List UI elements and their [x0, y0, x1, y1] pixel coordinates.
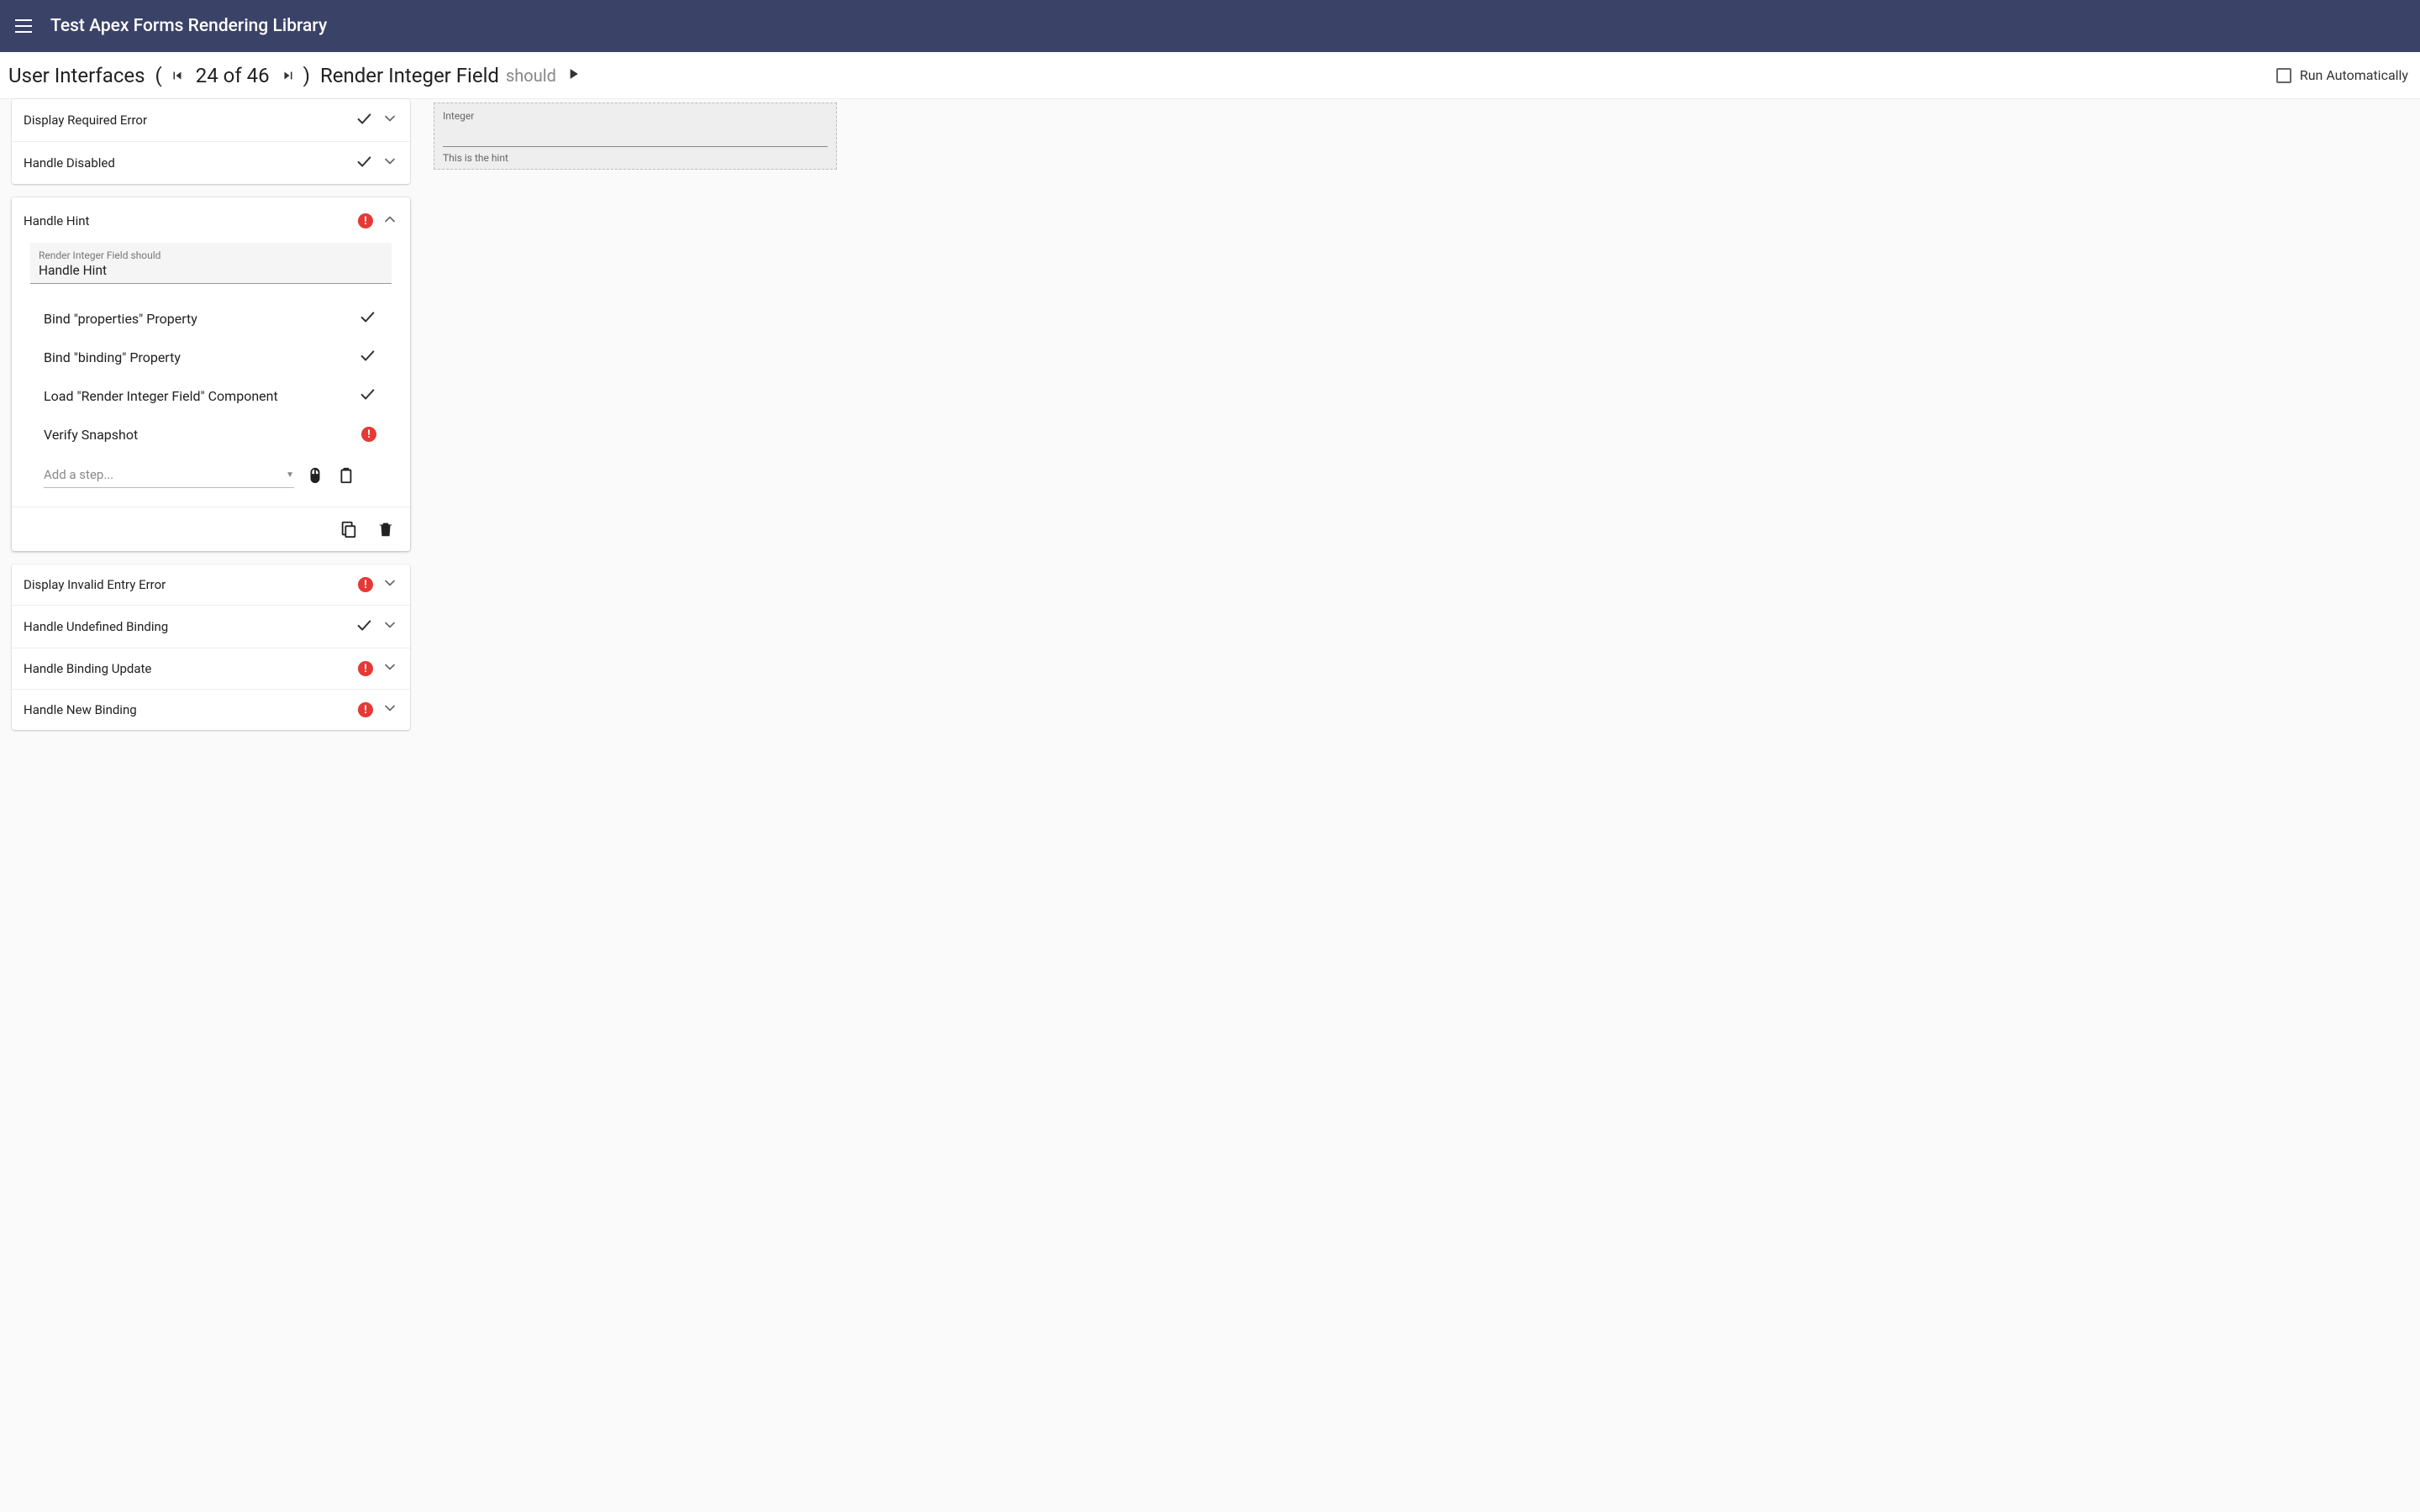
add-step-placeholder: Add a step...: [44, 467, 113, 482]
test-row[interactable]: Display Required Error: [12, 99, 410, 142]
test-expanded: Handle Hint ! Render Integer Field shoul…: [12, 197, 410, 551]
field-hint: This is the hint: [443, 147, 828, 169]
app-bar: Test Apex Forms Rendering Library: [0, 0, 2420, 52]
error-icon: !: [358, 213, 373, 228]
step-row[interactable]: Load "Render Integer Field" Component: [44, 376, 392, 415]
step-row[interactable]: Bind "binding" Property: [44, 338, 392, 376]
test-label: Handle Disabled: [24, 155, 355, 171]
test-context-field[interactable]: Render Integer Field should Handle Hint: [30, 243, 392, 284]
run-auto-checkbox[interactable]: [2276, 68, 2291, 83]
test-label: Display Invalid Entry Error: [24, 577, 358, 592]
clipboard-icon[interactable]: [336, 465, 355, 486]
test-row[interactable]: Handle Undefined Binding: [12, 606, 410, 648]
should-label: should: [506, 66, 556, 86]
test-label: Display Required Error: [24, 113, 355, 128]
error-icon: !: [361, 427, 376, 442]
last-icon[interactable]: [276, 64, 300, 87]
integer-input[interactable]: [443, 123, 828, 147]
field-label: Integer: [443, 110, 828, 122]
check-icon: [355, 152, 373, 174]
subheader: User Interfaces ( 24 of 46 ) Render Inte…: [0, 52, 2420, 99]
step-label: Bind "properties" Property: [44, 311, 358, 327]
chevron-down-icon[interactable]: [381, 700, 398, 720]
test-list-top: Display Required Error Handle Disabled: [12, 99, 410, 184]
app-title: Test Apex Forms Rendering Library: [50, 16, 327, 36]
check-icon: [358, 346, 376, 368]
step-label: Load "Render Integer Field" Component: [44, 388, 358, 404]
card-actions: [12, 507, 410, 551]
chevron-down-icon[interactable]: [381, 575, 398, 595]
test-list-bottom: Display Invalid Entry Error ! Handle Und…: [12, 564, 410, 730]
copy-icon[interactable]: [339, 519, 358, 539]
preview-panel: Integer This is the hint: [434, 102, 837, 170]
first-icon[interactable]: [166, 64, 189, 87]
steps-list: Bind "properties" Property Bind "binding…: [12, 287, 410, 457]
play-icon[interactable]: [565, 64, 581, 87]
step-row[interactable]: Verify Snapshot !: [44, 415, 392, 454]
run-auto-label: Run Automatically: [2300, 67, 2408, 83]
step-label: Bind "binding" Property: [44, 349, 358, 365]
chevron-up-icon[interactable]: [381, 211, 398, 231]
test-row[interactable]: Handle New Binding !: [12, 690, 410, 730]
error-icon: !: [358, 702, 373, 717]
test-label: Handle Hint: [24, 213, 358, 228]
check-icon: [355, 109, 373, 131]
context-big: Handle Hint: [39, 263, 383, 278]
chevron-down-icon[interactable]: [381, 617, 398, 637]
test-row[interactable]: Handle Hint !: [12, 197, 410, 243]
dropdown-icon: ▼: [286, 470, 294, 480]
chevron-down-icon[interactable]: [381, 110, 398, 130]
test-row[interactable]: Handle Binding Update !: [12, 648, 410, 690]
test-label: Handle Binding Update: [24, 661, 358, 676]
chevron-down-icon[interactable]: [381, 659, 398, 679]
test-row[interactable]: Display Invalid Entry Error !: [12, 564, 410, 606]
add-step-row: Add a step... ▼: [12, 457, 410, 507]
category-label: User Interfaces: [8, 64, 145, 87]
error-icon: !: [358, 577, 373, 592]
error-icon: !: [358, 661, 373, 676]
suite-title: Render Integer Field: [320, 64, 499, 87]
mouse-icon[interactable]: [306, 465, 324, 486]
delete-icon[interactable]: [376, 519, 395, 539]
add-step-select[interactable]: Add a step... ▼: [44, 462, 294, 488]
context-small: Render Integer Field should: [39, 249, 383, 261]
run-automatically-toggle[interactable]: Run Automatically: [2276, 67, 2408, 83]
test-label: Handle New Binding: [24, 702, 358, 717]
check-icon: [358, 307, 376, 329]
chevron-down-icon[interactable]: [381, 153, 398, 173]
check-icon: [358, 385, 376, 407]
test-row[interactable]: Handle Disabled: [12, 142, 410, 184]
counter: 24 of 46: [196, 64, 270, 87]
close-paren: ): [303, 64, 310, 87]
step-label: Verify Snapshot: [44, 427, 361, 443]
open-paren: (: [155, 64, 162, 87]
integer-field: Integer This is the hint: [434, 103, 836, 169]
check-icon: [355, 616, 373, 638]
menu-icon[interactable]: [15, 17, 34, 35]
step-row[interactable]: Bind "properties" Property: [44, 299, 392, 338]
test-label: Handle Undefined Binding: [24, 619, 355, 634]
